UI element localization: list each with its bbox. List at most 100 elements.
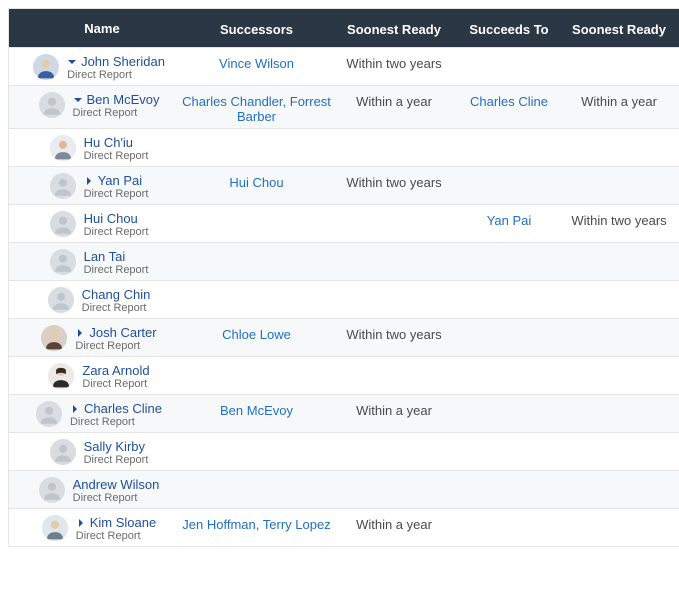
cell-succeeds-to <box>454 135 564 137</box>
header-succeeds-to[interactable]: Succeeds To <box>454 20 564 37</box>
relation-label: Direct Report <box>84 150 149 162</box>
person-name-link[interactable]: Zara Arnold <box>82 363 149 378</box>
person-name-link[interactable]: Andrew Wilson <box>73 477 160 492</box>
cell-succeeds-to <box>454 287 564 289</box>
cell-name: John SheridanDirect Report <box>9 54 179 81</box>
cell-succeeds-to <box>454 325 564 327</box>
cell-name: Andrew WilsonDirect Report <box>9 477 179 504</box>
person-name-link[interactable]: Chang Chin <box>82 287 151 302</box>
person-name-link[interactable]: Charles Cline <box>84 401 162 416</box>
person-name-link[interactable]: Sally Kirby <box>84 439 145 454</box>
table-row: Kim SloaneDirect Report Jen Hoffman, Terr… <box>9 508 679 546</box>
cell-soonest-ready-1: Within a year <box>334 401 454 418</box>
cell-succeeds-to <box>454 515 564 517</box>
ready-text: Within a year <box>334 403 454 418</box>
header-successors[interactable]: Successors <box>179 20 334 37</box>
successors-link[interactable]: Chloe Lowe <box>179 327 334 342</box>
cell-succeeds-to: Charles Cline <box>454 92 564 109</box>
cell-successors <box>179 249 334 251</box>
cell-soonest-ready-1: Within a year <box>334 92 454 109</box>
successors-link[interactable]: Hui Chou <box>179 175 334 190</box>
table-row: Hu Ch'iuDirect Report <box>9 128 679 166</box>
cell-succeeds-to <box>454 401 564 403</box>
avatar[interactable] <box>50 439 76 465</box>
relation-label: Direct Report <box>82 378 149 390</box>
ready-text: Within a year <box>334 94 454 109</box>
header-name[interactable]: Name <box>9 21 179 36</box>
successors-link[interactable]: Jen Hoffman, Terry Lopez <box>179 517 334 532</box>
table-row: Yan PaiDirect ReportHui ChouWithin two y… <box>9 166 679 204</box>
chevron-right-icon[interactable] <box>70 404 80 414</box>
avatar[interactable] <box>39 477 65 503</box>
cell-soonest-ready-1 <box>334 287 454 289</box>
avatar[interactable] <box>50 135 76 161</box>
cell-succeeds-to: Yan Pai <box>454 211 564 228</box>
cell-successors <box>179 439 334 441</box>
cell-soonest-ready-1: Within two years <box>334 54 454 71</box>
avatar[interactable] <box>48 287 74 313</box>
chevron-right-icon[interactable] <box>84 176 94 186</box>
person-name-link[interactable]: Hu Ch'iu <box>84 135 133 150</box>
chevron-down-icon[interactable] <box>73 95 83 105</box>
avatar[interactable] <box>36 401 62 427</box>
successors-link[interactable]: Charles Chandler, Forrest Barber <box>179 94 334 124</box>
cell-successors: Vince Wilson <box>179 54 334 71</box>
cell-name: Lan TaiDirect Report <box>9 249 179 276</box>
table-row: Andrew WilsonDirect Report <box>9 470 679 508</box>
cell-succeeds-to <box>454 477 564 479</box>
table-row: Sally KirbyDirect Report <box>9 432 679 470</box>
avatar[interactable] <box>33 54 59 80</box>
cell-successors <box>179 477 334 479</box>
cell-soonest-ready-2 <box>564 173 674 175</box>
avatar[interactable] <box>50 211 76 237</box>
table-row: Josh CarterDirect ReportChloe LoweWithin… <box>9 318 679 356</box>
chevron-down-icon[interactable] <box>67 57 77 67</box>
person-name-link[interactable]: Kim Sloane <box>90 515 156 530</box>
relation-label: Direct Report <box>84 264 149 276</box>
avatar[interactable] <box>50 173 76 199</box>
avatar[interactable] <box>42 515 68 541</box>
cell-soonest-ready-2 <box>564 287 674 289</box>
cell-succeeds-to <box>454 363 564 365</box>
ready-text: Within two years <box>334 175 454 190</box>
ready-text: Within two years <box>564 213 674 228</box>
avatar[interactable] <box>41 325 67 351</box>
cell-successors <box>179 287 334 289</box>
cell-name: Yan PaiDirect Report <box>9 173 179 200</box>
cell-successors <box>179 211 334 213</box>
successors-link[interactable]: Vince Wilson <box>179 56 334 71</box>
cell-successors: Ben McEvoy <box>179 401 334 418</box>
person-name-link[interactable]: Josh Carter <box>89 325 156 340</box>
person-name-link[interactable]: John Sheridan <box>81 54 165 69</box>
cell-soonest-ready-1 <box>334 477 454 479</box>
avatar[interactable] <box>48 363 74 389</box>
relation-label: Direct Report <box>67 69 165 81</box>
successors-link[interactable]: Ben McEvoy <box>179 403 334 418</box>
person-name-link[interactable]: Hui Chou <box>84 211 138 226</box>
cell-soonest-ready-1 <box>334 439 454 441</box>
cell-soonest-ready-1 <box>334 135 454 137</box>
cell-successors: Jen Hoffman, Terry Lopez <box>179 515 334 532</box>
chevron-right-icon[interactable] <box>76 518 86 528</box>
cell-successors: Charles Chandler, Forrest Barber <box>179 92 334 124</box>
header-soonest-ready-1[interactable]: Soonest Ready <box>334 20 454 37</box>
cell-soonest-ready-2: Within a year <box>564 92 674 109</box>
person-name-link[interactable]: Yan Pai <box>98 173 143 188</box>
cell-soonest-ready-2 <box>564 54 674 56</box>
cell-succeeds-to <box>454 173 564 175</box>
relation-label: Direct Report <box>84 188 149 200</box>
avatar[interactable] <box>50 249 76 275</box>
table-row: Chang ChinDirect Report <box>9 280 679 318</box>
avatar[interactable] <box>39 92 65 118</box>
relation-label: Direct Report <box>76 530 156 542</box>
header-soonest-ready-2[interactable]: Soonest Ready <box>564 20 674 37</box>
succeeds-to-link[interactable]: Charles Cline <box>454 94 564 109</box>
person-name-link[interactable]: Lan Tai <box>84 249 126 264</box>
cell-soonest-ready-2 <box>564 439 674 441</box>
chevron-right-icon[interactable] <box>75 328 85 338</box>
person-name-link[interactable]: Ben McEvoy <box>87 92 160 107</box>
cell-soonest-ready-2 <box>564 249 674 251</box>
table-row: Charles ClineDirect ReportBen McEvoyWith… <box>9 394 679 432</box>
succeeds-to-link[interactable]: Yan Pai <box>454 213 564 228</box>
cell-soonest-ready-2 <box>564 515 674 517</box>
